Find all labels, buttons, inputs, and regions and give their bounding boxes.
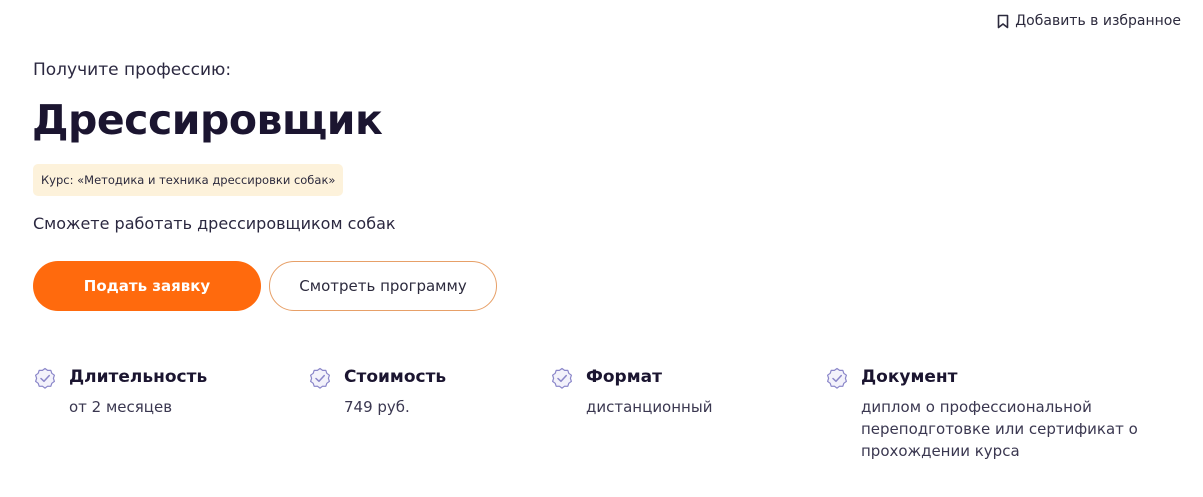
course-badge: Курс: «Методика и техника дрессировки со… <box>33 164 344 196</box>
profession-eyebrow: Получите профессию: <box>33 60 232 80</box>
feature-document: Документ диплом о профессиональной переп… <box>825 366 1151 462</box>
check-badge-icon <box>308 367 332 391</box>
add-to-favorites-link[interactable]: Добавить в избранное <box>997 13 1181 29</box>
check-badge-icon <box>33 367 57 391</box>
feature-duration: Длительность от 2 месяцев <box>33 366 207 418</box>
feature-price: Стоимость 749 руб. <box>308 366 446 418</box>
add-to-favorites-label: Добавить в избранное <box>1015 13 1181 29</box>
check-badge-icon <box>550 367 574 391</box>
feature-value: диплом о профессиональной переподготовке… <box>861 398 1138 460</box>
feature-format: Формат дистанционный <box>550 366 712 418</box>
feature-label: Стоимость <box>344 367 447 387</box>
profession-subtitle: Сможете работать дрессировщиком собак <box>33 214 396 233</box>
view-program-button[interactable]: Смотреть программу <box>269 261 497 311</box>
feature-value: дистанционный <box>586 398 713 416</box>
feature-value: 749 руб. <box>344 398 410 416</box>
feature-value: от 2 месяцев <box>69 398 173 416</box>
check-badge-icon <box>825 367 849 391</box>
course-badge-label: Курс: «Методика и техника дрессировки со… <box>41 173 336 187</box>
feature-label: Документ <box>861 367 958 387</box>
feature-label: Длительность <box>69 367 208 387</box>
feature-label: Формат <box>586 367 662 387</box>
apply-button[interactable]: Подать заявку <box>33 261 261 311</box>
page-title: Дрессировщик <box>32 96 383 144</box>
bookmark-icon <box>997 14 1009 29</box>
